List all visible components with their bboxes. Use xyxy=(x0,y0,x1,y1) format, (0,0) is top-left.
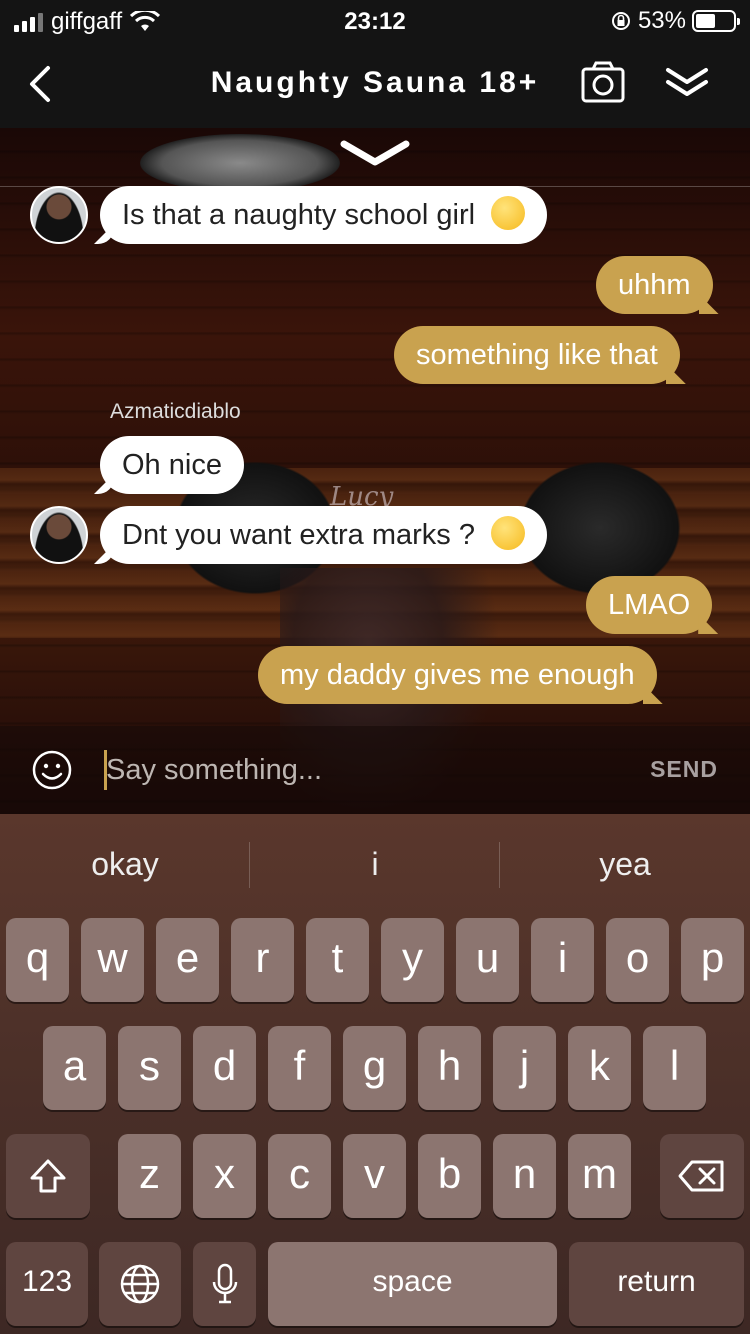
avatar[interactable] xyxy=(30,506,88,564)
shift-icon xyxy=(30,1159,66,1193)
key-u[interactable]: u xyxy=(456,918,519,1002)
key-c[interactable]: c xyxy=(268,1134,331,1218)
key-t[interactable]: t xyxy=(306,918,369,1002)
send-button[interactable]: SEND xyxy=(650,756,718,783)
key-p[interactable]: p xyxy=(681,918,744,1002)
microphone-icon xyxy=(212,1263,237,1304)
pull-down-chevron-icon[interactable] xyxy=(340,138,410,172)
suggestion[interactable]: i xyxy=(250,814,500,914)
sender-name[interactable]: Azmaticdiablo xyxy=(110,400,241,424)
key-x[interactable]: x xyxy=(193,1134,256,1218)
return-key[interactable]: return xyxy=(569,1242,744,1326)
key-l[interactable]: l xyxy=(643,1026,706,1110)
backspace-icon xyxy=(678,1160,724,1192)
key-d[interactable]: d xyxy=(193,1026,256,1110)
key-z[interactable]: z xyxy=(118,1134,181,1218)
message-incoming: Dnt you want extra marks ? xyxy=(100,506,548,564)
numbers-key[interactable]: 123 xyxy=(6,1242,88,1326)
key-q[interactable]: q xyxy=(6,918,69,1002)
key-n[interactable]: n xyxy=(493,1134,556,1218)
shift-key[interactable] xyxy=(6,1134,90,1218)
key-r[interactable]: r xyxy=(231,918,294,1002)
key-i[interactable]: i xyxy=(531,918,594,1002)
chat-area[interactable]: Lucy Is that a naughty school girl uhhm … xyxy=(0,128,750,814)
key-v[interactable]: v xyxy=(343,1134,406,1218)
globe-icon xyxy=(120,1264,160,1304)
laughing-tears-emoji-icon xyxy=(491,516,526,550)
key-e[interactable]: e xyxy=(156,918,219,1002)
key-f[interactable]: f xyxy=(268,1026,331,1110)
key-b[interactable]: b xyxy=(418,1134,481,1218)
key-s[interactable]: s xyxy=(118,1026,181,1110)
message-outgoing: LMAO xyxy=(586,576,713,634)
key-j[interactable]: j xyxy=(493,1026,556,1110)
key-k[interactable]: k xyxy=(568,1026,631,1110)
message-text: Is that a naughty school girl xyxy=(122,199,476,231)
chat-header: Naughty Sauna 18+ xyxy=(0,40,750,128)
message-outgoing: my daddy gives me enough xyxy=(258,646,657,704)
globe-key[interactable] xyxy=(99,1242,181,1326)
key-g[interactable]: g xyxy=(343,1026,406,1110)
message-text: Oh nice xyxy=(122,449,222,481)
message-text: Dnt you want extra marks ? xyxy=(122,519,475,551)
suggestion[interactable]: yea xyxy=(500,814,750,914)
avatar[interactable] xyxy=(30,186,88,244)
emoji-icon[interactable] xyxy=(32,750,72,790)
message-incoming: Is that a naughty school girl xyxy=(100,186,548,244)
space-key[interactable]: space xyxy=(268,1242,557,1326)
key-h[interactable]: h xyxy=(418,1026,481,1110)
message-text: my daddy gives me enough xyxy=(280,659,635,691)
message-text: uhhm xyxy=(618,269,691,301)
keyboard: okay i yea q w e r t y u i o p a s d f g… xyxy=(0,814,750,1334)
message-composer: SEND xyxy=(0,726,750,814)
key-o[interactable]: o xyxy=(606,918,669,1002)
message-input[interactable] xyxy=(106,750,606,790)
predictive-bar: okay i yea xyxy=(0,814,750,914)
rotation-lock-icon xyxy=(611,12,630,30)
message-incoming: Oh nice xyxy=(100,436,244,494)
message-outgoing: something like that xyxy=(394,326,680,384)
camera-button[interactable] xyxy=(580,60,626,106)
message-text: LMAO xyxy=(608,589,691,621)
message-text: something like that xyxy=(416,339,658,371)
chat-title: Naughty Sauna 18+ xyxy=(210,66,540,99)
suggestion[interactable]: okay xyxy=(0,814,250,914)
eye-roll-emoji-icon xyxy=(491,196,526,230)
dictation-key[interactable] xyxy=(193,1242,256,1326)
message-outgoing: uhhm xyxy=(596,256,713,314)
key-y[interactable]: y xyxy=(381,918,444,1002)
collapse-chevrons-button[interactable] xyxy=(664,62,710,102)
battery-percent: 53% xyxy=(637,7,686,34)
delete-key[interactable] xyxy=(660,1134,744,1218)
key-a[interactable]: a xyxy=(43,1026,106,1110)
key-w[interactable]: w xyxy=(81,918,144,1002)
background-lamp xyxy=(140,134,340,192)
status-bar: giffgaff 23:12 53% xyxy=(0,0,750,40)
battery-icon xyxy=(692,10,740,32)
key-m[interactable]: m xyxy=(568,1134,631,1218)
